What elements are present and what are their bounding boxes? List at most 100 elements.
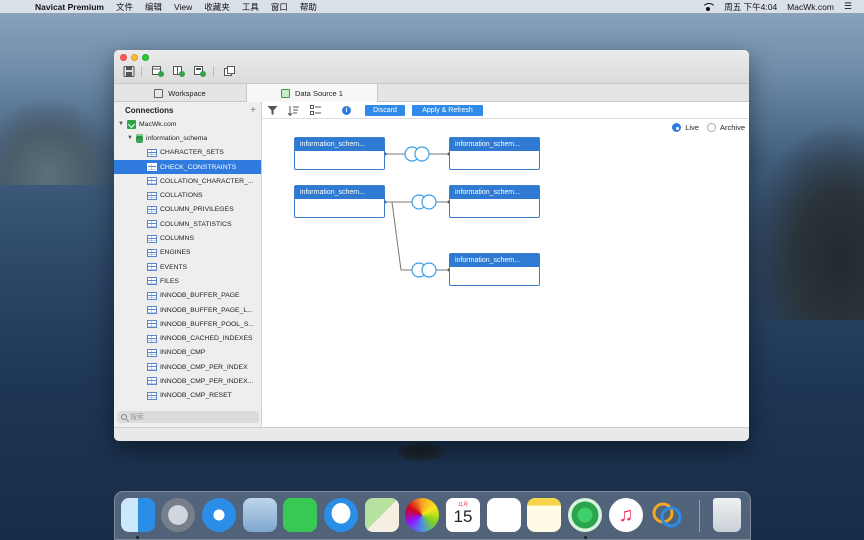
calendar-day: 15: [453, 507, 473, 526]
menu-edit[interactable]: 编辑: [145, 1, 162, 13]
table-item-label: COLUMNS: [160, 235, 194, 243]
toolbar-divider: [141, 66, 142, 77]
table-icon: [147, 277, 157, 286]
table-item-label: COLUMN_STATISTICS: [160, 220, 232, 228]
diagram-node[interactable]: information_schem...: [449, 137, 540, 170]
diagram-node[interactable]: information_schem...: [294, 137, 385, 170]
tree-schema[interactable]: ▼ information_schema: [114, 131, 261, 145]
data-source-icon: [281, 88, 291, 98]
menu-favorites[interactable]: 收藏夹: [204, 1, 230, 13]
safari-icon[interactable]: [202, 498, 236, 532]
table-item-label: COLUMN_PRIVILEGES: [160, 206, 234, 214]
navicat-icon[interactable]: [568, 498, 602, 532]
table-icon: [147, 306, 157, 314]
tree-connection[interactable]: ▼ MacWk.com: [114, 117, 261, 131]
table-item-label: CHARACTER_SETS: [160, 149, 224, 157]
apply-refresh-button[interactable]: Apply & Refresh: [412, 105, 483, 116]
menu-window[interactable]: 窗口: [271, 1, 288, 13]
add-connection-button[interactable]: +: [250, 105, 256, 116]
app-name-menu[interactable]: Navicat Premium: [35, 2, 104, 12]
table-item[interactable]: INNODB_CMP_RESET: [114, 389, 261, 403]
diagram-canvas[interactable]: information_schem... information_schem..…: [262, 119, 749, 427]
menubar-clock[interactable]: 周五 下午4:04: [724, 1, 777, 13]
filter-icon[interactable]: [267, 105, 278, 116]
expand-triangle-icon[interactable]: ▼: [118, 121, 124, 127]
sort-icon[interactable]: [288, 105, 299, 116]
trash-icon[interactable]: [713, 498, 741, 532]
status-bar: [114, 427, 749, 441]
tab-workspace[interactable]: Workspace: [114, 84, 246, 102]
reminders-icon[interactable]: [487, 498, 521, 532]
node-title: information_schem...: [450, 138, 539, 151]
table-item[interactable]: FILES: [114, 274, 261, 288]
add-view-icon[interactable]: [173, 66, 185, 77]
diagram-node[interactable]: information_schem...: [294, 185, 385, 218]
table-item[interactable]: INNODB_BUFFER_POOL_S...: [114, 317, 261, 331]
table-item[interactable]: CHARACTER_SETS: [114, 146, 261, 160]
table-item[interactable]: INNODB_CMP: [114, 346, 261, 360]
app-linkage-icon[interactable]: [650, 498, 684, 532]
sidebar-search-field[interactable]: 搜索: [117, 411, 259, 423]
discard-button[interactable]: Discard: [365, 105, 405, 116]
table-item[interactable]: COLUMN_PRIVILEGES: [114, 203, 261, 217]
table-item[interactable]: INNODB_CMP_PER_INDEX...: [114, 374, 261, 388]
search-placeholder: 搜索: [130, 414, 144, 421]
menu-file[interactable]: 文件: [116, 1, 133, 13]
finder-icon[interactable]: [121, 498, 155, 532]
calendar-icon[interactable]: 11月 15: [446, 498, 480, 532]
facetime-icon[interactable]: [283, 498, 317, 532]
add-query-icon[interactable]: [194, 66, 206, 77]
tab-bar: Workspace Data Source 1: [114, 84, 749, 102]
tree-connection-label: MacWk.com: [139, 120, 177, 128]
close-window-button[interactable]: [120, 54, 127, 61]
table-item[interactable]: COLLATIONS: [114, 188, 261, 202]
table-item[interactable]: INNODB_CMP_PER_INDEX: [114, 360, 261, 374]
menubar-user[interactable]: MacWk.com: [787, 2, 834, 12]
expand-triangle-icon[interactable]: ▼: [127, 135, 133, 141]
tab-workspace-label: Workspace: [168, 88, 206, 98]
mail-icon[interactable]: [243, 498, 277, 532]
music-icon[interactable]: ♫: [609, 498, 643, 532]
diagram-node[interactable]: information_schem...: [449, 253, 540, 286]
connection-icon: [127, 119, 136, 129]
diagram-toolbar: i Discard Apply & Refresh: [262, 102, 749, 119]
table-item[interactable]: EVENTS: [114, 260, 261, 274]
table-item[interactable]: INNODB_CACHED_INDEXES: [114, 331, 261, 345]
tab-data-source[interactable]: Data Source 1: [246, 84, 378, 102]
maps-icon[interactable]: [365, 498, 399, 532]
table-item[interactable]: COLUMN_STATISTICS: [114, 217, 261, 231]
wifi-icon[interactable]: [702, 2, 715, 11]
minimize-window-button[interactable]: [131, 54, 138, 61]
join-icon[interactable]: [411, 262, 437, 278]
notification-center-icon[interactable]: ☰: [844, 1, 852, 12]
table-item[interactable]: INNODB_BUFFER_PAGE: [114, 289, 261, 303]
table-item[interactable]: COLUMNS: [114, 231, 261, 245]
checklist-icon[interactable]: [310, 105, 321, 116]
photos-icon[interactable]: [405, 498, 439, 532]
join-icon[interactable]: [411, 194, 437, 210]
table-item-label: ENGINES: [160, 249, 191, 257]
launchpad-icon[interactable]: [161, 498, 195, 532]
table-item[interactable]: ENGINES: [114, 246, 261, 260]
save-icon[interactable]: [123, 66, 135, 77]
diagram-node[interactable]: information_schem...: [449, 185, 540, 218]
notes-icon[interactable]: [527, 498, 561, 532]
zoom-window-button[interactable]: [142, 54, 149, 61]
menu-view[interactable]: View: [174, 2, 192, 12]
table-item-label: COLLATIONS: [160, 192, 203, 200]
info-icon[interactable]: i: [342, 106, 351, 115]
add-table-icon[interactable]: [152, 66, 164, 77]
table-item-label: FILES: [160, 277, 179, 285]
menu-help[interactable]: 帮助: [300, 1, 317, 13]
table-item[interactable]: COLLATION_CHARACTER_...: [114, 174, 261, 188]
workspace-icon: [154, 88, 164, 98]
database-icon: [136, 133, 143, 143]
table-item[interactable]: CHECK_CONSTRAINTS: [114, 159, 261, 175]
tree-schema-label: information_schema: [146, 134, 208, 142]
new-window-icon[interactable]: [224, 66, 236, 77]
table-item[interactable]: INNODB_BUFFER_PAGE_L...: [114, 303, 261, 317]
messages-icon[interactable]: [324, 498, 358, 532]
menu-tools[interactable]: 工具: [242, 1, 259, 13]
join-icon[interactable]: [404, 146, 430, 162]
running-indicator: [584, 536, 587, 539]
